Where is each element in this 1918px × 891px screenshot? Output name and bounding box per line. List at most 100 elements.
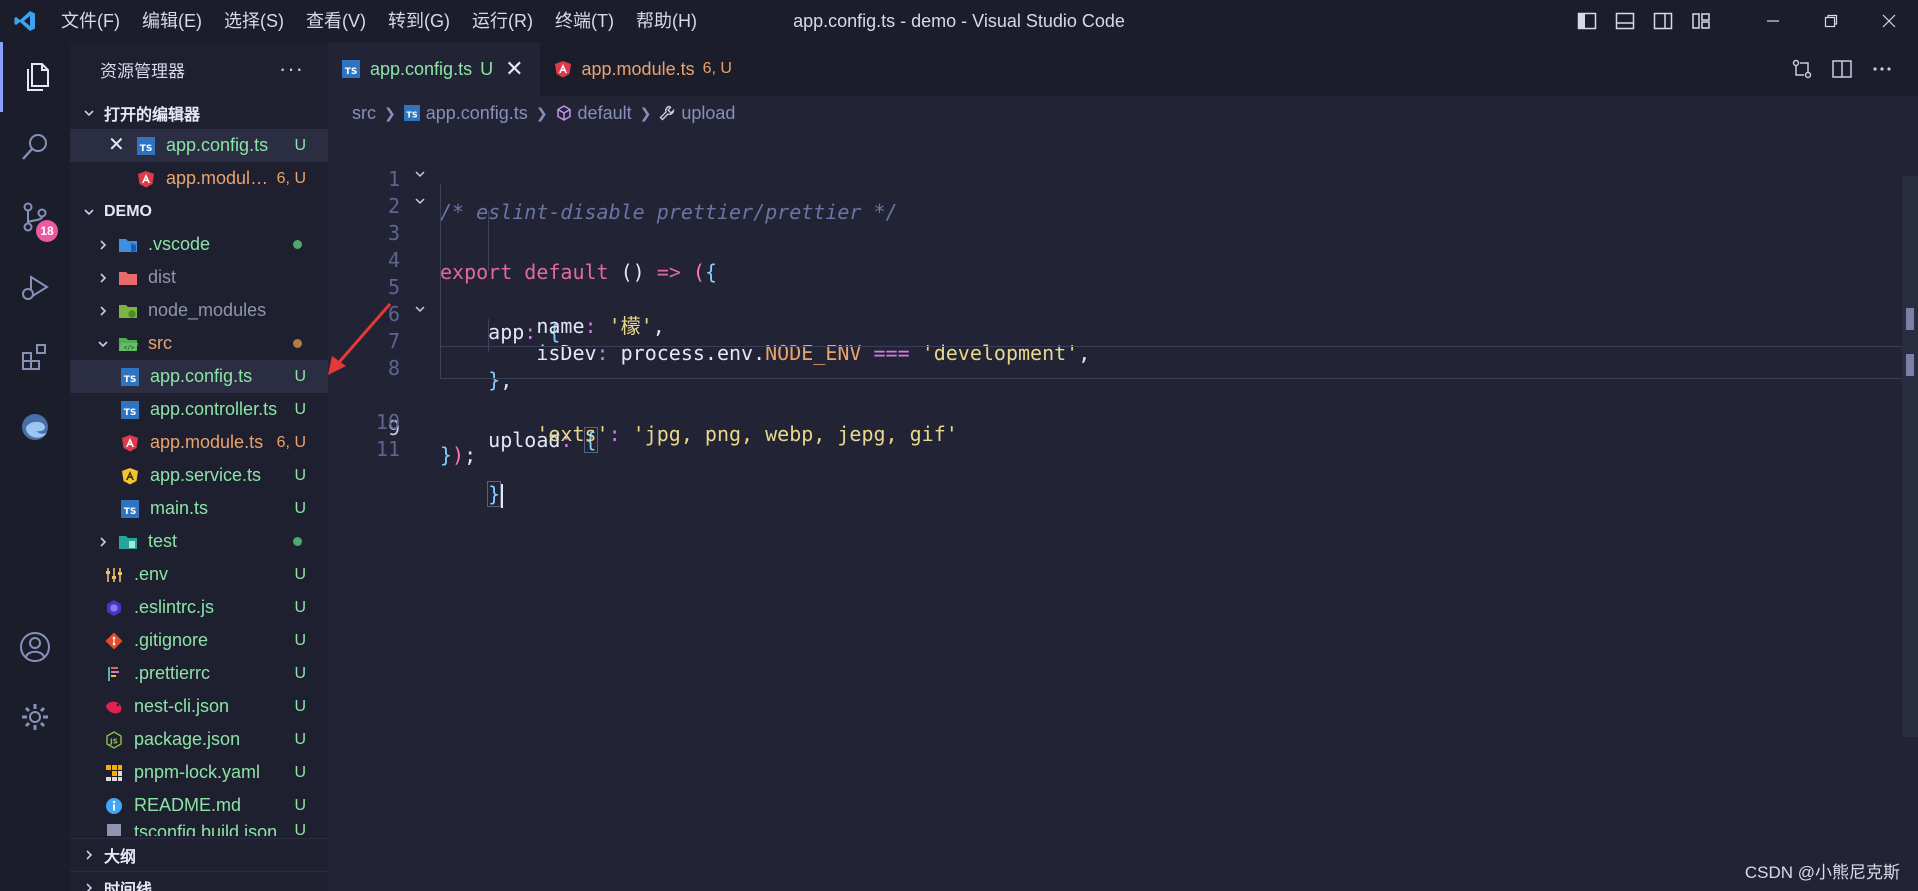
ts-icon: TS (342, 60, 360, 78)
svg-text:TS: TS (124, 507, 137, 517)
chevron-down-icon (80, 107, 98, 119)
svg-text:TS: TS (140, 144, 153, 154)
close-icon[interactable]: ✕ (505, 56, 523, 82)
tree-file-prettierrc[interactable]: .prettierrc U (70, 657, 328, 690)
menu-go[interactable]: 转到(G) (377, 0, 461, 42)
edge-devtools-icon[interactable] (0, 392, 70, 462)
code-line: 11 (328, 400, 1918, 461)
toggle-secondary-sidebar-icon[interactable] (1644, 0, 1682, 42)
split-editor-icon[interactable] (1822, 58, 1862, 80)
ts-icon: TS (403, 105, 420, 121)
timeline-section[interactable]: 时间线 (70, 871, 328, 891)
tree-item-label: .gitignore (134, 630, 209, 650)
account-icon[interactable] (0, 612, 70, 682)
minimize-icon[interactable] (1744, 0, 1802, 42)
breadcrumb-file[interactable]: TS app.config.ts (403, 103, 528, 124)
line-number: 11 (375, 437, 400, 461)
tree-folder-dist[interactable]: dist (70, 261, 328, 294)
npm-icon: JS (104, 730, 124, 750)
customize-layout-icon[interactable] (1682, 0, 1720, 42)
ts-icon: TS (120, 367, 140, 387)
open-editors-label: 打开的编辑器 (104, 106, 201, 124)
tree-file-readme[interactable]: README.md U (70, 789, 328, 822)
menu-view[interactable]: 查看(V) (295, 0, 377, 42)
modified-dot (293, 339, 302, 348)
close-icon[interactable]: ✕ (108, 129, 125, 162)
tree-item-label: src (148, 333, 172, 353)
tree-file-app-config[interactable]: TS app.config.ts U (70, 360, 328, 393)
vscode-logo-icon (0, 0, 50, 42)
menu-selection[interactable]: 选择(S) (213, 0, 295, 42)
scroll-marker (1906, 354, 1914, 376)
breadcrumb-folder[interactable]: src (352, 103, 376, 124)
toggle-panel-icon[interactable] (1606, 0, 1644, 42)
open-editors-section[interactable]: 打开的编辑器 (70, 96, 328, 129)
explorer-sidebar: 资源管理器 ··· 打开的编辑器 ✕ TS app.config.ts U ap… (70, 42, 328, 891)
restore-icon[interactable] (1802, 0, 1860, 42)
open-editor-item[interactable]: ✕ TS app.config.ts U (70, 129, 328, 162)
tree-item-label: app.module.ts (150, 432, 264, 452)
outline-label: 大纲 (104, 849, 137, 866)
file-status: U (294, 796, 306, 814)
nest-icon (104, 697, 124, 717)
tab-app-module[interactable]: app.module.ts 6, U (540, 42, 748, 96)
vertical-scrollbar[interactable] (1902, 176, 1918, 737)
tab-label: app.config.ts (370, 58, 473, 79)
menu-terminal[interactable]: 终端(T) (544, 0, 625, 42)
angular-icon (120, 433, 140, 453)
extensions-icon[interactable] (0, 322, 70, 392)
annotation-arrow-icon (328, 303, 392, 375)
menu-bar: 文件(F) 编辑(E) 选择(S) 查看(V) 转到(G) 运行(R) 终端(T… (50, 0, 708, 42)
tree-file-nest-cli[interactable]: nest-cli.json U (70, 690, 328, 723)
run-debug-icon[interactable] (0, 252, 70, 322)
code-editor[interactable]: 1 /* eslint-disable prettier/prettier */… (328, 130, 1918, 891)
tree-file-app-module[interactable]: app.module.ts 6, U (70, 426, 328, 459)
text-cursor (501, 483, 504, 508)
more-actions-icon[interactable] (1862, 58, 1902, 80)
tree-item-label: .eslintrc.js (134, 597, 215, 617)
tree-item-label: test (148, 531, 178, 551)
breadcrumb-symbol-default[interactable]: default (556, 103, 632, 124)
pnpm-icon (104, 763, 124, 783)
menu-file[interactable]: 文件(F) (50, 0, 131, 42)
tree-file-gitignore[interactable]: .gitignore U (70, 624, 328, 657)
tree-folder-vscode[interactable]: .vscode (70, 228, 328, 261)
menu-edit[interactable]: 编辑(E) (131, 0, 213, 42)
more-actions-button[interactable]: ··· (279, 56, 304, 82)
tree-item-label: app.controller.ts (150, 399, 278, 419)
tree-file-pnpm-lock[interactable]: pnpm-lock.yaml U (70, 756, 328, 789)
svg-text:TS: TS (124, 375, 137, 385)
file-status: U (294, 697, 306, 715)
tree-file-package-json[interactable]: JS package.json U (70, 723, 328, 756)
workspace-section[interactable]: DEMO (70, 195, 328, 228)
close-window-icon[interactable] (1860, 0, 1918, 42)
search-icon[interactable] (0, 112, 70, 182)
svg-text:</>: </> (124, 344, 135, 351)
tree-file-app-controller[interactable]: TS app.controller.ts U (70, 393, 328, 426)
tree-file-tsconfig-build[interactable]: tsconfig.build.json U (70, 822, 328, 836)
settings-gear-icon[interactable] (0, 682, 70, 752)
tree-folder-test[interactable]: test (70, 525, 328, 558)
menu-help[interactable]: 帮助(H) (625, 0, 708, 42)
menu-run[interactable]: 运行(R) (461, 0, 544, 42)
open-changes-icon[interactable] (1782, 58, 1822, 80)
tree-folder-src[interactable]: </> src (70, 327, 328, 360)
tree-file-main[interactable]: TS main.ts U (70, 492, 328, 525)
file-status: U (294, 565, 306, 583)
tab-app-config[interactable]: TS app.config.ts U ✕ (328, 42, 540, 96)
tree-file-app-service[interactable]: app.service.ts U (70, 459, 328, 492)
open-editor-item[interactable]: app.module.ts 6, U (70, 162, 328, 195)
tree-file-env[interactable]: .env U (70, 558, 328, 591)
outline-section[interactable]: 大纲 (70, 838, 328, 871)
explorer-icon[interactable] (0, 42, 70, 112)
tree-item-label: package.json (134, 729, 241, 749)
source-control-icon[interactable]: 18 (0, 182, 70, 252)
chevron-right-icon: ❯ (384, 104, 396, 121)
tree-file-eslintrc[interactable]: .eslintrc.js U (70, 591, 328, 624)
tab-bar: TS app.config.ts U ✕ app.module.ts 6, U (328, 42, 1918, 96)
toggle-primary-sidebar-icon[interactable] (1568, 0, 1606, 42)
breadcrumb-symbol-upload[interactable]: upload (659, 103, 735, 124)
node-folder-icon (118, 301, 138, 321)
svg-text:JS: JS (109, 737, 118, 745)
tree-folder-node-modules[interactable]: node_modules (70, 294, 328, 327)
